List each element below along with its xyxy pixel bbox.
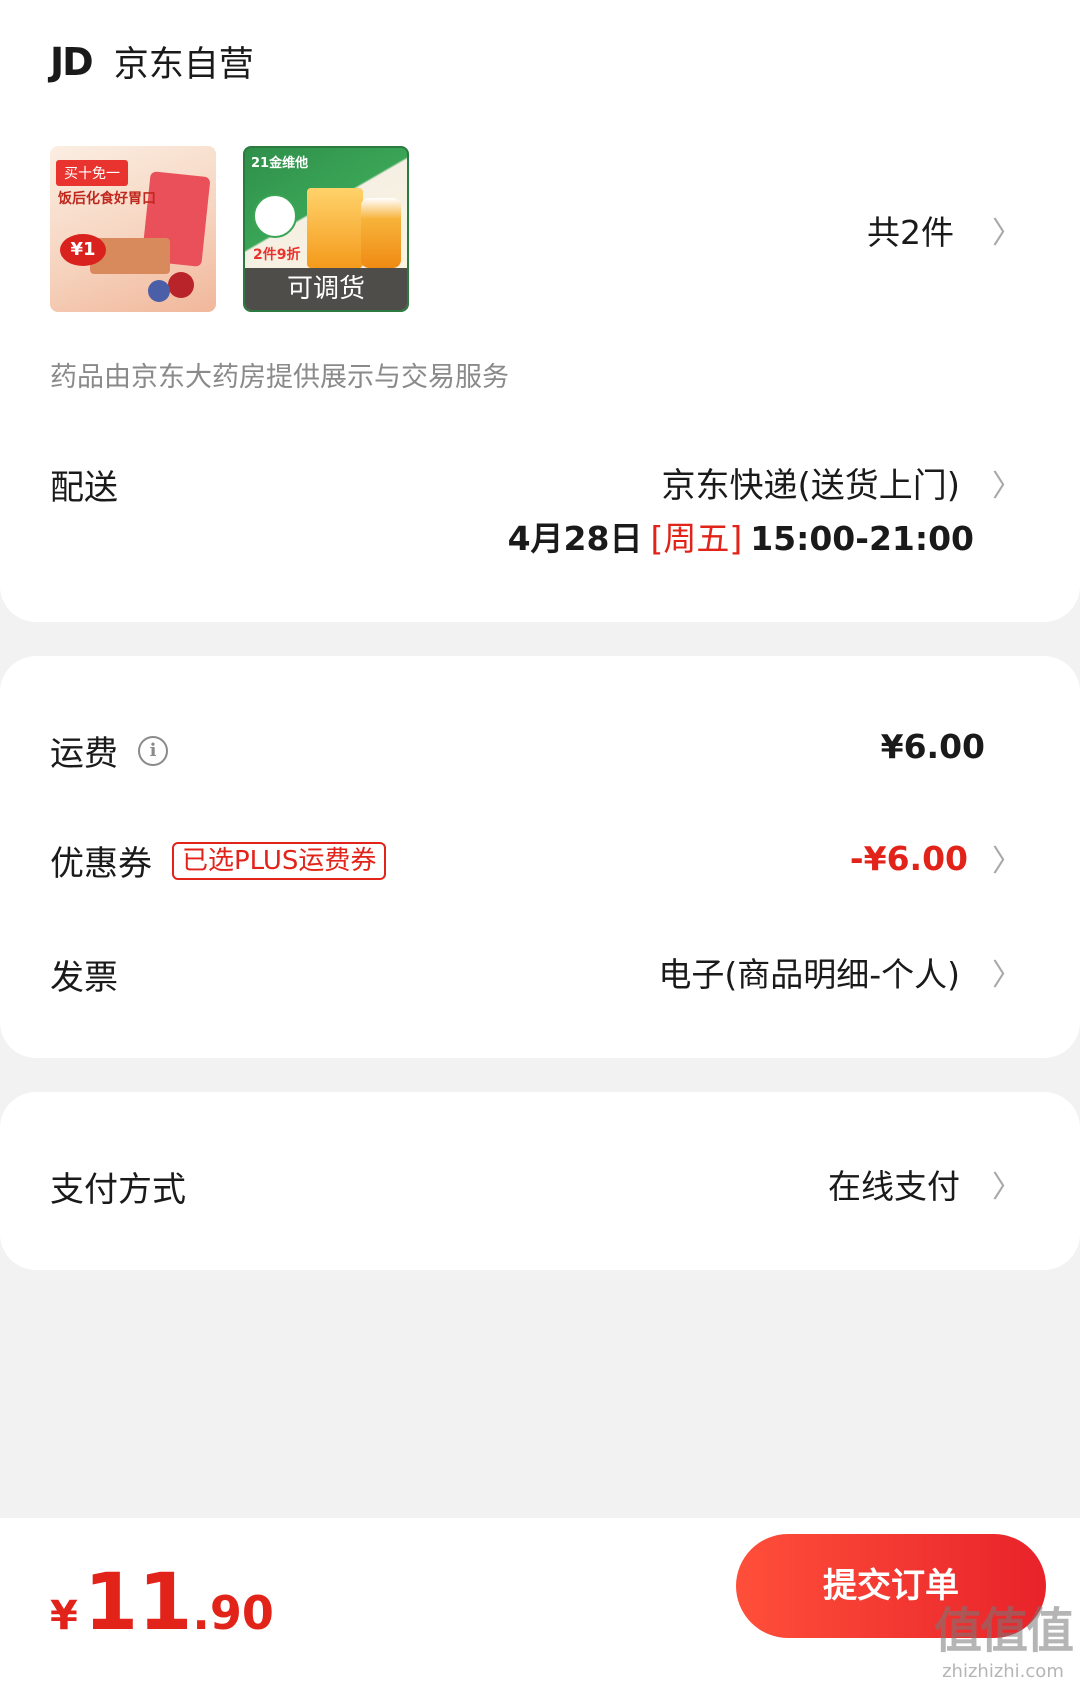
checkout-bar: ¥ 11 .90 提交订单 值值值 zhizhizhi.com	[0, 1518, 1080, 1688]
pharmacy-note: 药品由京东大药房提供展示与交易服务	[50, 362, 509, 393]
total-decimal: .90	[192, 1586, 274, 1640]
watermark-url: zhizhizhi.com	[942, 1661, 1064, 1682]
info-icon[interactable]: i	[138, 735, 168, 766]
jd-logo: JD	[50, 39, 94, 84]
order-total: ¥ 11 .90	[50, 1558, 274, 1648]
order-confirm-page: JD 京东自营 买十免一 饭后化食好胃口 ¥1 21金维他 2件9折 可调货 共…	[0, 0, 1080, 1688]
product-headline: 饭后化食好胃口	[58, 191, 156, 207]
product-bottle-graphic	[361, 198, 401, 268]
delivery-date: 4月28日	[507, 519, 643, 558]
chevron-right-icon: 〉	[992, 844, 1022, 879]
delivery-weekday: [周五]	[650, 519, 743, 558]
payment-method-selector[interactable]: 在线支付 〉	[828, 1160, 1022, 1208]
coupon-selector[interactable]: -¥6.00 〉	[850, 836, 1022, 880]
delivery-time-range: 15:00-21:00	[750, 519, 974, 558]
chevron-right-icon: 〉	[992, 216, 1022, 251]
restock-overlay: 可调货	[245, 268, 407, 310]
payment-method-label: 支付方式	[50, 1170, 186, 1210]
product-thumbnail-1[interactable]: 买十免一 饭后化食好胃口 ¥1	[50, 146, 216, 312]
payment-method-value: 在线支付	[828, 1167, 960, 1206]
price-badge: ¥1	[60, 234, 106, 266]
product-brand: 21金维他	[251, 156, 309, 171]
invoice-label: 发票	[50, 958, 118, 998]
delivery-method: 京东快递(送货上门)	[661, 466, 960, 506]
shipping-fee-label-group: 运费 i	[50, 726, 168, 775]
delivery-time[interactable]: 4月28日 [周五] 15:00-21:00	[508, 512, 974, 560]
chevron-right-icon: 〉	[992, 958, 1022, 993]
shipping-fee-label: 运费	[50, 734, 118, 774]
product-thumbnail-2[interactable]: 21金维他 2件9折 可调货	[243, 146, 409, 312]
shipping-fee-value: ¥6.00	[880, 727, 985, 766]
delivery-label: 配送	[50, 468, 118, 508]
plus-coupon-badge: 已选PLUS运费券	[172, 841, 387, 880]
invoice-selector[interactable]: 电子(商品明细-个人) 〉	[658, 948, 1022, 996]
coupon-label-group: 优惠券 已选PLUS运费券	[50, 836, 387, 885]
total-integer: 11	[83, 1558, 193, 1648]
product-offer: 2件9折	[253, 247, 301, 263]
delivery-method-selector[interactable]: 京东快递(送货上门) 〉	[661, 458, 1022, 507]
store-header: JD 京东自营	[50, 36, 254, 87]
chevron-right-icon: 〉	[992, 468, 1022, 504]
fruit-graphic	[148, 280, 170, 302]
fruit-graphic	[168, 272, 194, 298]
product-pack-graphic	[307, 188, 363, 268]
watermark-logo: 值值值	[933, 1603, 1074, 1659]
coupon-amount: -¥6.00	[849, 838, 968, 878]
store-name: 京东自营	[113, 45, 254, 85]
currency-symbol: ¥	[50, 1593, 78, 1639]
item-count-link[interactable]: 共2件 〉	[867, 206, 1022, 254]
invoice-value: 电子(商品明细-个人)	[658, 955, 960, 994]
item-count: 共2件	[867, 213, 954, 252]
site-watermark: 值值值 zhizhizhi.com	[933, 1591, 1074, 1682]
coupon-label: 优惠券	[50, 844, 152, 884]
chevron-right-icon: 〉	[992, 1170, 1022, 1205]
store-card: JD 京东自营 买十免一 饭后化食好胃口 ¥1 21金维他 2件9折 可调货 共…	[0, 0, 1080, 622]
promo-tag: 买十免一	[56, 160, 128, 186]
vitamin-badge-graphic	[253, 194, 297, 238]
